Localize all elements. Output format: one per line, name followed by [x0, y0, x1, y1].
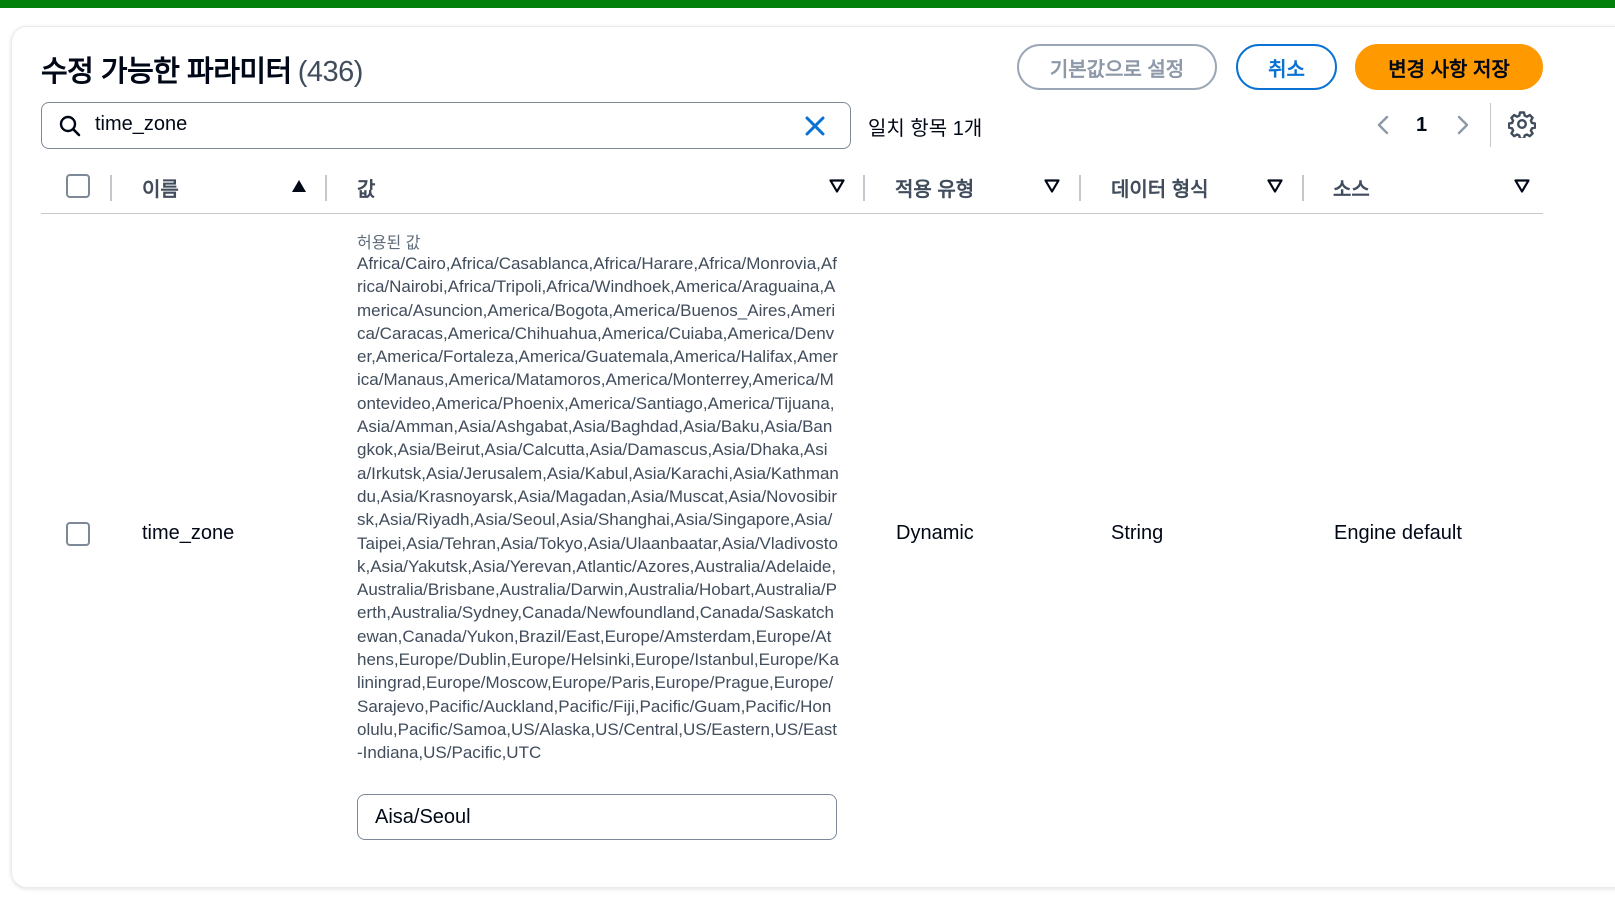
save-changes-button[interactable]: 변경 사항 저장 — [1355, 44, 1543, 90]
close-icon[interactable] — [802, 113, 828, 139]
column-divider — [110, 175, 112, 201]
column-header-source[interactable]: 소스 — [1333, 173, 1370, 202]
column-header-name[interactable]: 이름 — [142, 173, 179, 202]
parameter-name: time_zone — [142, 522, 235, 544]
data-type-cell: String — [1111, 522, 1164, 544]
top-status-strip — [0, 0, 1615, 8]
column-divider — [1079, 175, 1081, 201]
sort-descending-icon[interactable] — [829, 179, 845, 193]
column-header-apply-type[interactable]: 적용 유형 — [895, 173, 974, 202]
allowed-values-caption: 허용된 값 — [357, 235, 421, 252]
row-checkbox[interactable] — [66, 522, 90, 546]
source-cell: Engine default — [1334, 522, 1462, 544]
sort-descending-icon[interactable] — [1044, 179, 1060, 193]
parameter-count: (436) — [297, 56, 364, 88]
sort-descending-icon[interactable] — [1514, 179, 1530, 193]
page-number[interactable]: 1 — [1416, 114, 1427, 137]
parameter-value-input[interactable] — [357, 794, 837, 840]
column-header-value[interactable]: 값 — [357, 173, 375, 202]
allowed-values-list: Africa/Cairo,Africa/Casablanca,Africa/Ha… — [357, 254, 839, 763]
cancel-button[interactable]: 취소 — [1236, 44, 1337, 90]
search-input-value[interactable]: time_zone — [95, 113, 187, 136]
reset-to-default-button[interactable]: 기본값으로 설정 — [1017, 44, 1217, 90]
table-header: 이름 값 적용 유형 데이터 형식 소스 — [41, 163, 1543, 214]
search-input[interactable]: time_zone — [41, 102, 851, 149]
column-divider — [325, 175, 327, 201]
gear-icon[interactable] — [1508, 110, 1536, 138]
chevron-left-icon[interactable] — [1372, 113, 1394, 137]
search-icon — [59, 115, 81, 137]
page-title: 수정 가능한 파라미터 (436) — [41, 48, 363, 90]
page-title-text: 수정 가능한 파라미터 — [41, 56, 292, 88]
column-header-data-type[interactable]: 데이터 형식 — [1111, 173, 1209, 202]
select-all-checkbox[interactable] — [66, 174, 90, 198]
column-divider — [863, 175, 865, 201]
sort-descending-icon[interactable] — [1267, 179, 1283, 193]
pagination: 1 — [1368, 108, 1478, 142]
match-count: 일치 항목 1개 — [868, 118, 983, 140]
apply-type-cell: Dynamic — [896, 522, 974, 544]
column-divider — [1302, 175, 1304, 201]
toolbar-divider — [1490, 103, 1491, 147]
chevron-right-icon[interactable] — [1452, 113, 1474, 137]
sort-ascending-icon[interactable] — [291, 179, 307, 193]
